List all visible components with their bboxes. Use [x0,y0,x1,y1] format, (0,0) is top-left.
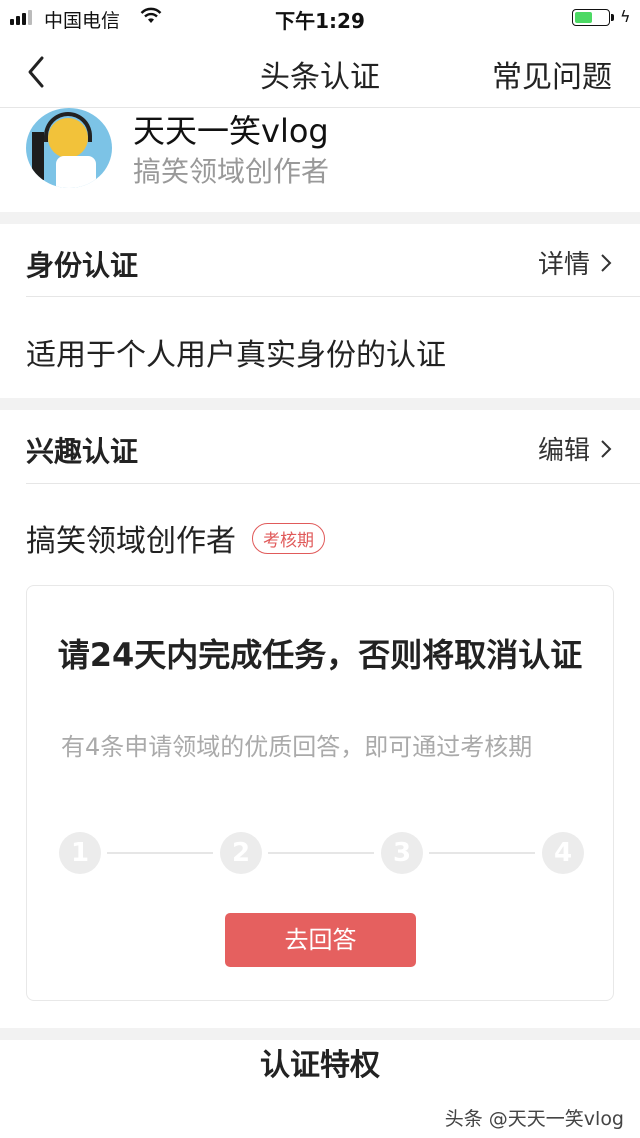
answer-button[interactable]: 去回答 [225,913,416,967]
divider [26,296,640,297]
section-gap [0,398,640,410]
watermark: 头条 @天天一笑vlog [444,1108,624,1130]
step-connector [429,852,535,854]
profile-header: 天天一笑vlog 搞笑领域创作者 [0,108,640,212]
privileges-title: 认证特权 [260,1048,380,1083]
edit-label: 编辑 [537,436,590,466]
clock: 下午1:29 [275,9,365,33]
status-bar: 中国电信 下午1:29 ϟ [0,0,640,36]
step-4: 4 [542,832,584,874]
battery-tip [611,14,614,21]
interest-field-label: 搞笑领域创作者 [26,524,236,559]
task-heading: 请24天内完成任务，否则将取消认证 [57,636,583,674]
identity-details-link[interactable]: 详情 [538,244,612,281]
step-1: 1 [59,832,101,874]
step-2: 2 [220,832,262,874]
identity-label: 身份认证 [26,249,139,282]
step-connector [107,852,213,854]
charging-icon: ϟ [620,7,631,26]
chevron-right-icon [601,253,612,272]
section-gap [0,1028,640,1040]
identity-section-header[interactable]: 身份认证 详情 [0,224,640,300]
interest-field: 搞笑领域创作者 考核期 [26,516,325,560]
faq-link[interactable]: 常见问题 [492,52,612,96]
profile-role: 搞笑领域创作者 [133,155,330,188]
interest-label: 兴趣认证 [26,435,139,468]
task-card: 请24天内完成任务，否则将取消认证 有4条申请领域的优质回答，即可通过考核期 1… [26,585,614,1001]
profile-name: 天天一笑vlog [133,112,329,150]
divider [26,483,640,484]
section-gap [0,212,640,224]
avatar[interactable] [26,108,112,188]
interest-section-header[interactable]: 兴趣认证 编辑 [0,410,640,486]
battery-icon [572,9,610,26]
nav-bar: 头条认证 常见问题 [0,36,640,108]
task-subtext: 有4条申请领域的优质回答，即可通过考核期 [61,733,533,761]
step-3: 3 [381,832,423,874]
identity-desc: 适用于个人用户真实身份的认证 [26,338,446,373]
step-connector [268,852,374,854]
interest-edit-link[interactable]: 编辑 [538,430,612,467]
details-label: 详情 [537,250,590,280]
chevron-right-icon [601,439,612,458]
progress-steps: 1 2 3 4 [59,832,584,876]
status-badge: 考核期 [252,523,325,554]
